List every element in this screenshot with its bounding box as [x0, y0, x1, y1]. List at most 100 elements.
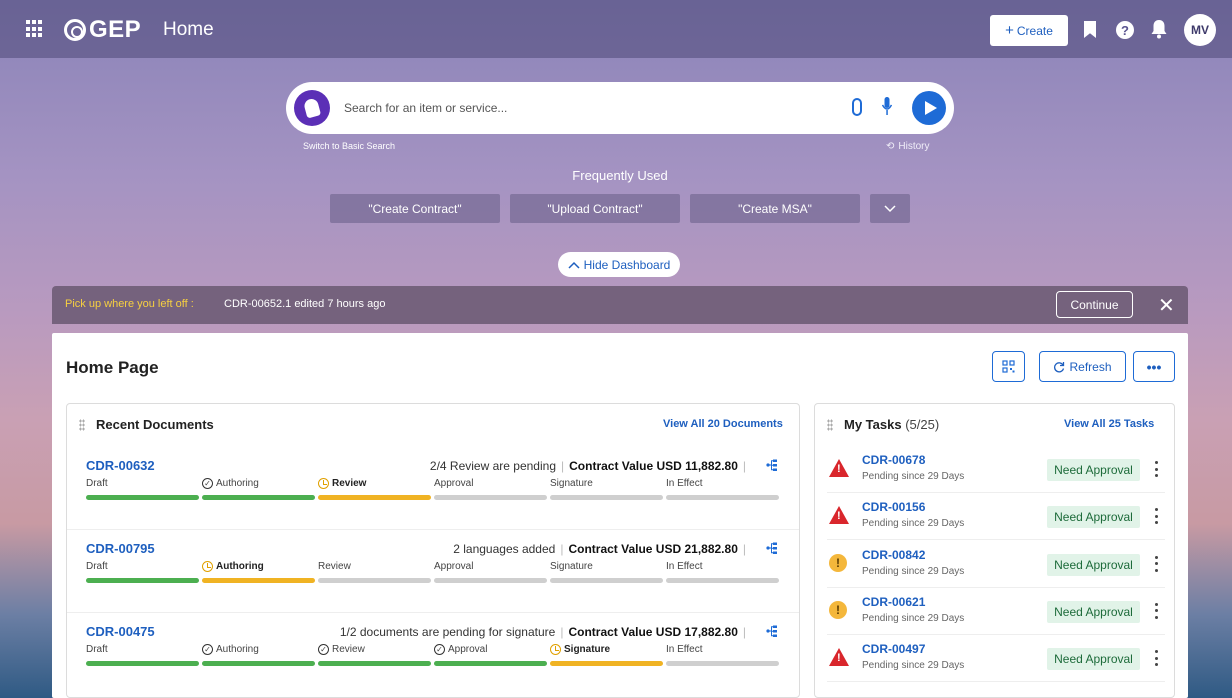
stage-name: In Effect	[666, 644, 703, 655]
kebab-menu-icon[interactable]	[1153, 459, 1159, 479]
stage-2: Review	[318, 478, 431, 500]
stage-name: Approval	[434, 561, 474, 572]
stage-label: Authoring	[202, 561, 264, 572]
freq-create-msa-button[interactable]: "Create MSA"	[690, 194, 860, 223]
need-approval-badge[interactable]: Need Approval	[1047, 648, 1140, 671]
view-all-tasks-link[interactable]: View All 25 Tasks	[1064, 418, 1154, 430]
task-row[interactable]: CDR-00678 Pending since 29 Days Need Appro…	[827, 446, 1165, 493]
document-meta: 2/4 Review are pending | Contract Value US…	[429, 459, 746, 473]
document-row[interactable]: CDR-00632 2/4 Review are pending | Contract…	[67, 448, 799, 530]
stage-name: Draft	[86, 478, 108, 489]
task-row[interactable]: CDR-00156 Pending since 29 Days Need Appro…	[827, 493, 1165, 541]
more-options-button[interactable]: •••	[1133, 351, 1175, 382]
mic-icon[interactable]	[882, 97, 892, 117]
stage-name: Approval	[448, 644, 488, 655]
drag-handle-icon[interactable]	[79, 419, 85, 431]
task-id-link[interactable]: CDR-00842	[862, 548, 925, 562]
document-meta: 2 languages added | Contract Value USD 21,…	[453, 542, 746, 556]
stage-progress-bar	[550, 578, 663, 583]
alert-triangle-icon	[829, 648, 849, 668]
stage-progress-bar	[318, 495, 431, 500]
clock-icon	[550, 644, 561, 655]
task-id-link[interactable]: CDR-00156	[862, 500, 925, 514]
avatar[interactable]: MV	[1184, 14, 1216, 46]
need-approval-badge[interactable]: Need Approval	[1047, 506, 1140, 529]
stage-0: Draft	[86, 644, 199, 666]
stage-name: Approval	[434, 478, 474, 489]
task-row[interactable]: ! CDR-00621 Pending since 29 Days Need Appr…	[827, 588, 1165, 635]
refresh-button[interactable]: Refresh	[1039, 351, 1126, 382]
document-row[interactable]: CDR-00475 1/2 documents are pending for s…	[67, 614, 799, 696]
kebab-menu-icon[interactable]	[1153, 601, 1159, 621]
hierarchy-icon[interactable]	[765, 541, 779, 555]
alert-triangle-icon	[829, 506, 849, 526]
send-icon	[924, 101, 937, 115]
kebab-menu-icon[interactable]	[1153, 554, 1159, 574]
check-circle-icon: ✓	[318, 644, 329, 655]
hierarchy-icon[interactable]	[765, 624, 779, 638]
warning-circle-icon: !	[829, 553, 849, 574]
stage-progress-bar	[86, 495, 199, 500]
hide-dashboard-button[interactable]: Hide Dashboard	[558, 252, 680, 277]
freq-upload-contract-button[interactable]: "Upload Contract"	[510, 194, 680, 223]
stage-progress-bar	[318, 578, 431, 583]
view-all-documents-link[interactable]: View All 20 Documents	[663, 418, 783, 430]
hide-dashboard-label: Hide Dashboard	[583, 257, 671, 272]
search-bar	[286, 82, 954, 134]
basic-search-link[interactable]: Switch to Basic Search	[303, 141, 395, 151]
stage-progress-bar	[202, 495, 315, 500]
my-tasks-title: My Tasks (5/25)	[844, 417, 939, 432]
check-circle-icon: ✓	[202, 478, 213, 489]
grid-icon[interactable]	[26, 20, 44, 38]
close-icon[interactable]: ✕	[1158, 293, 1175, 318]
stage-name: Authoring	[216, 478, 259, 489]
drag-handle-icon[interactable]	[827, 419, 833, 431]
bookmark-icon[interactable]	[1084, 21, 1096, 38]
gep-logo[interactable]: GEP	[64, 15, 141, 45]
top-bar: GEP Home + Create ? MV	[0, 0, 1232, 58]
kebab-menu-icon[interactable]	[1153, 506, 1159, 526]
clock-icon	[202, 561, 213, 572]
home-panel: Home Page Refresh ••• Recent Documents V…	[52, 333, 1188, 698]
task-pending-text: Pending since 29 Days	[862, 518, 965, 530]
task-id-link[interactable]: CDR-00621	[862, 595, 925, 609]
create-button[interactable]: + Create	[990, 15, 1068, 46]
task-row[interactable]: ! CDR-00842 Pending since 29 Days Need Appr…	[827, 541, 1165, 588]
send-button[interactable]	[912, 91, 946, 125]
recent-documents-card: Recent Documents View All 20 Documents C…	[66, 403, 800, 698]
document-row[interactable]: CDR-00795 2 languages added | Contract Valu…	[67, 531, 799, 613]
stage-label: Review	[318, 478, 366, 489]
need-approval-badge[interactable]: Need Approval	[1047, 459, 1140, 481]
freq-more-button[interactable]	[870, 194, 910, 223]
hierarchy-icon[interactable]	[765, 458, 779, 472]
stage-name: Review	[332, 644, 365, 655]
need-approval-badge[interactable]: Need Approval	[1047, 600, 1140, 623]
task-id-link[interactable]: CDR-00497	[862, 642, 925, 656]
layout-toggle-button[interactable]	[992, 351, 1025, 382]
freq-create-contract-button[interactable]: "Create Contract"	[330, 194, 500, 223]
search-input[interactable]	[344, 97, 824, 119]
plus-icon: +	[1005, 22, 1014, 39]
refresh-icon	[1054, 361, 1065, 372]
help-icon[interactable]: ?	[1116, 21, 1134, 39]
stage-1: ✓ Authoring	[202, 478, 315, 500]
stage-progress-bar	[434, 661, 547, 666]
task-id-link[interactable]: CDR-00678	[862, 453, 925, 467]
stage-5: In Effect	[666, 561, 779, 583]
bell-icon[interactable]	[1150, 19, 1168, 39]
kebab-menu-icon[interactable]	[1153, 648, 1159, 668]
document-id-link[interactable]: CDR-00632	[86, 458, 155, 473]
document-id-link[interactable]: CDR-00795	[86, 541, 155, 556]
paperclip-icon[interactable]	[852, 98, 862, 116]
need-approval-badge[interactable]: Need Approval	[1047, 553, 1140, 576]
logo-text: GEP	[89, 16, 142, 43]
document-id-link[interactable]: CDR-00475	[86, 624, 155, 639]
history-link[interactable]: ⟲ History	[886, 141, 930, 152]
stage-5: In Effect	[666, 644, 779, 666]
stage-1: Authoring	[202, 561, 315, 583]
continue-button[interactable]: Continue	[1056, 291, 1133, 318]
stage-name: Draft	[86, 561, 108, 572]
stage-progress-bar	[202, 661, 315, 666]
stage-label: ✓ Authoring	[202, 644, 259, 655]
task-row[interactable]: CDR-00497 Pending since 29 Days Need Appro…	[827, 635, 1165, 683]
